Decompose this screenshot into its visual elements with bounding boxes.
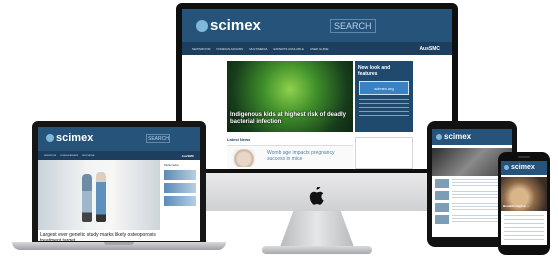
nav-item-foreign-affairs[interactable]: FOREIGN AFFAIRS	[60, 155, 78, 157]
story-text	[504, 215, 544, 241]
imac-stand	[280, 211, 354, 247]
logo-text: scimex	[210, 17, 261, 34]
site-header: scimex	[501, 161, 547, 175]
phone-speaker	[518, 156, 530, 158]
smc-logo[interactable]: AusSMC	[419, 46, 440, 52]
multimedia-thumb[interactable]	[164, 170, 196, 180]
nav-item-newsroom[interactable]: NEWSROOM	[44, 155, 56, 157]
story-thumb	[435, 215, 449, 224]
person-figure	[96, 172, 106, 222]
story-thumb	[435, 203, 449, 212]
logo-text: scimex	[511, 164, 535, 171]
site-header: scimex	[432, 129, 512, 145]
logo-icon	[46, 134, 54, 142]
features-panel: New look and features scimex.org	[355, 61, 413, 132]
logo-text: scimex	[56, 132, 94, 144]
mouse-image	[233, 149, 255, 167]
nav-item-multimedia[interactable]: MULTIMEDIA	[249, 47, 267, 51]
features-text	[359, 99, 409, 117]
nav-item-experts[interactable]: EXPERTS AVAILABLE	[273, 47, 303, 51]
nav-item-foreign-affairs[interactable]: FOREIGN AFFAIRS	[216, 47, 243, 51]
site-logo[interactable]: scimex	[46, 132, 93, 144]
apple-icon	[309, 187, 324, 205]
multimedia-sidebar: Multimedia	[164, 163, 198, 206]
device-mockup-scene: scimex SEARCH NEWSROOM FOREIGN AFFAIRS M…	[0, 0, 558, 259]
site-header: scimex SEARCH	[38, 127, 200, 151]
nav-item-newsroom[interactable]: NEWSROOM	[192, 47, 210, 51]
latest-news-heading: Latest News	[227, 137, 251, 142]
hero-story[interactable]: Indigenous kids at highest risk of deadl…	[227, 61, 353, 132]
search-input[interactable]: SEARCH	[146, 134, 170, 143]
headline[interactable]: Largest ever genetic study marks likely …	[40, 232, 162, 241]
hero-image[interactable]: Breakthrough in ...	[501, 177, 547, 211]
laptop-device: scimex SEARCH NEWSROOM FOREIGN AFFAIRS M…	[12, 121, 226, 255]
smc-logo[interactable]: AusSMC	[182, 154, 194, 158]
logo-text: scimex	[444, 132, 472, 141]
multimedia-thumb[interactable]	[164, 183, 196, 193]
twitter-feed	[355, 137, 413, 169]
laptop-screen: scimex SEARCH NEWSROOM FOREIGN AFFAIRS M…	[38, 127, 200, 241]
hero-caption[interactable]: Breakthrough in ...	[503, 204, 545, 208]
story-thumb	[435, 191, 449, 200]
nav-item-user-guide[interactable]: USER GUIDE	[310, 47, 329, 51]
site-logo[interactable]: scimex	[196, 17, 261, 34]
multimedia-thumb[interactable]	[164, 196, 196, 206]
site-logo[interactable]: scimex	[504, 164, 535, 171]
phone-screen: scimex Breakthrough in ...	[501, 161, 547, 245]
nav-item-multimedia[interactable]: MULTIMEDIA	[82, 155, 94, 157]
logo-icon	[436, 133, 442, 140]
hero-image[interactable]	[38, 160, 160, 230]
logo-icon	[504, 165, 509, 170]
person-figure	[82, 174, 92, 222]
imac-foot	[262, 246, 372, 254]
latest-news-card[interactable]: Womb age impacts pregnancy success in mi…	[227, 145, 353, 169]
main-nav: NEWSROOM FOREIGN AFFAIRS MULTIMEDIA AusS…	[38, 151, 200, 160]
features-title: New look and features	[358, 65, 391, 77]
logo-icon	[196, 19, 208, 32]
site-header: scimex SEARCH	[182, 9, 452, 42]
multimedia-label: Multimedia	[164, 163, 179, 167]
site-logo[interactable]: scimex	[436, 132, 471, 141]
hero-caption[interactable]: Indigenous kids at highest risk of deadl…	[230, 112, 350, 126]
main-nav: NEWSROOM FOREIGN AFFAIRS MULTIMEDIA EXPE…	[182, 42, 452, 55]
story-thumb	[435, 179, 449, 188]
scimex-badge[interactable]: scimex.org	[359, 81, 409, 95]
search-input[interactable]: SEARCH	[330, 19, 376, 33]
laptop-notch	[104, 242, 134, 245]
phone-device: scimex Breakthrough in ...	[498, 152, 550, 255]
latest-news-title[interactable]: Womb age impacts pregnancy success in mi…	[267, 150, 349, 162]
